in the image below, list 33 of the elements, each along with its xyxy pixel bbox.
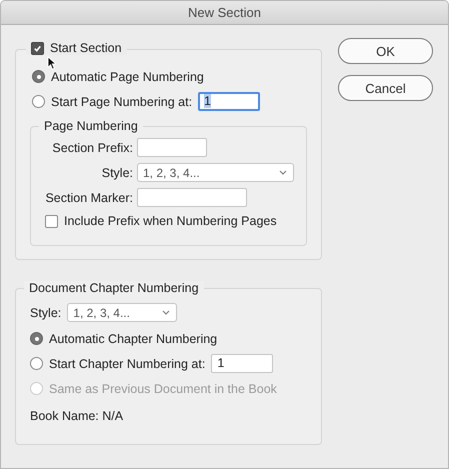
checkbox-label: Start Section bbox=[50, 41, 122, 55]
radio-label: Automatic Page Numbering bbox=[51, 70, 204, 84]
checkbox-label: Include Prefix when Numbering Pages bbox=[64, 214, 277, 228]
book-name-text: Book Name: N/A bbox=[30, 409, 124, 423]
dialog-button[interactable]: OK bbox=[338, 38, 433, 64]
radio-button[interactable] bbox=[32, 70, 45, 83]
caret-icon bbox=[279, 170, 287, 175]
field-label: Section Prefix: bbox=[52, 140, 133, 154]
number-field[interactable]: 1 bbox=[211, 354, 274, 373]
caret-icon bbox=[162, 310, 170, 315]
radio-button[interactable] bbox=[32, 95, 45, 108]
check-mark-icon bbox=[33, 44, 42, 52]
group-title: Page Numbering bbox=[39, 119, 143, 133]
section-marker-field[interactable] bbox=[137, 188, 247, 207]
group-title: Document Chapter Numbering bbox=[24, 281, 204, 295]
radio-label: Same as Previous Document in the Book bbox=[49, 382, 277, 396]
checkbox[interactable] bbox=[45, 214, 58, 228]
style-dropdown[interactable]: 1, 2, 3, 4... bbox=[137, 163, 294, 182]
window-title: New Section bbox=[188, 5, 261, 20]
number-field[interactable]: 1 bbox=[198, 92, 260, 111]
radio-label: Automatic Chapter Numbering bbox=[49, 332, 218, 346]
field-label: Section Marker: bbox=[45, 190, 133, 204]
radio-label: Start Chapter Numbering at: bbox=[49, 356, 206, 370]
dialog-button[interactable]: Cancel bbox=[338, 75, 433, 101]
section-prefix-field[interactable] bbox=[137, 138, 207, 157]
field-label: Style: bbox=[30, 306, 62, 320]
field-label: Style: bbox=[102, 166, 133, 180]
checkbox[interactable] bbox=[31, 42, 44, 54]
mouse-cursor-icon bbox=[47, 56, 56, 70]
style-dropdown[interactable]: 1, 2, 3, 4... bbox=[67, 303, 178, 322]
radio-label: Start Page Numbering at: bbox=[51, 94, 192, 108]
radio-button[interactable] bbox=[30, 357, 43, 370]
radio-button[interactable] bbox=[30, 332, 43, 345]
